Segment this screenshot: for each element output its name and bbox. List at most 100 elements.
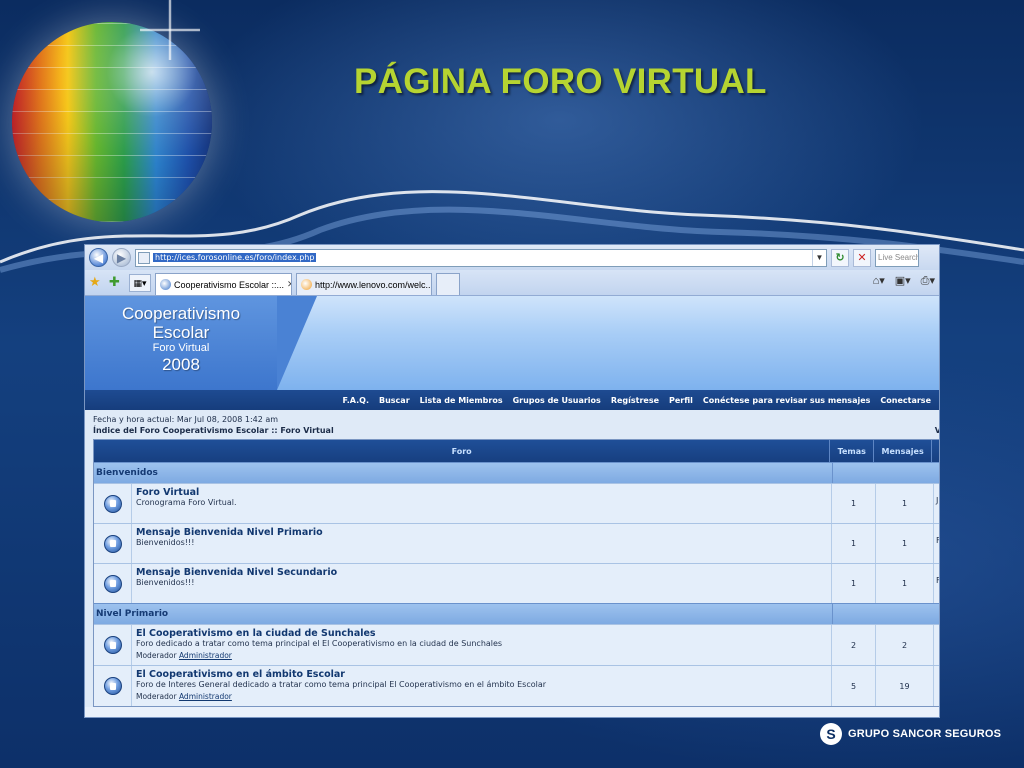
moderator-link[interactable]: Administrador: [179, 692, 232, 701]
breadcrumb-text[interactable]: Índice del Foro Cooperativismo Escolar :…: [93, 425, 334, 436]
page-favicon-icon: [301, 279, 312, 290]
nav-perfil[interactable]: Perfil: [669, 396, 693, 405]
forum-folder-icon: [103, 534, 122, 553]
moderator-link[interactable]: Administrador: [179, 651, 232, 660]
category-name[interactable]: Nivel Primario: [94, 604, 832, 624]
forum-nav: F.A.Q. Buscar Lista de Miembros Grupos d…: [85, 390, 939, 410]
new-tab-button[interactable]: [436, 273, 460, 295]
forward-arrow-icon[interactable]: ▶: [112, 248, 131, 267]
category-name[interactable]: Bienvenidos: [94, 463, 832, 483]
nav-buscar[interactable]: Buscar: [379, 396, 410, 405]
forum-table: Foro Temas Mensajes Bienvenidos Foro Vir…: [93, 439, 939, 707]
logo-text-line1: Cooperativismo: [121, 304, 241, 323]
col-topics: Temas: [830, 440, 875, 462]
breadcrumb: Índice del Foro Cooperativismo Escolar :…: [93, 425, 939, 436]
nav-conectarse[interactable]: Conectarse: [880, 396, 931, 405]
forum-folder-icon: [103, 574, 122, 593]
logo-text-line2: Escolar: [152, 323, 210, 342]
home-icon[interactable]: ⌂▾: [873, 274, 885, 288]
refresh-icon[interactable]: ↻: [831, 248, 849, 267]
sparkle-icon: [140, 0, 200, 60]
chevron-down-icon[interactable]: ▼: [812, 249, 826, 266]
close-icon[interactable]: ✕: [287, 279, 291, 290]
table-row: Mensaje Bienvenida Nivel Primario Bienve…: [94, 523, 939, 563]
forum-folder-icon: [103, 636, 122, 654]
address-url: http://ices.forosonline.es/foro/index.ph…: [153, 253, 317, 262]
tab-row: ★ ✚ ▦▾ Cooperativismo Escolar ::... ✕ ht…: [85, 270, 939, 296]
moderator-line: Moderador Administrador: [136, 690, 827, 703]
page-favicon-icon: [160, 279, 171, 290]
moderator-label: Moderador: [136, 692, 177, 701]
table-row: Mensaje Bienvenida Nivel Secundario Bien…: [94, 563, 939, 603]
address-bar-row: ◀ ▶ http://ices.forosonline.es/foro/inde…: [85, 245, 939, 270]
topic-count: 5: [832, 666, 876, 706]
back-arrow-icon[interactable]: ◀: [89, 248, 108, 267]
forum-description: Foro de Interes General dedicado a trata…: [136, 680, 547, 689]
moderator-line: Moderador Administrador: [136, 649, 827, 662]
col-last-post: [932, 440, 939, 462]
forum-page-body: Fecha y hora actual: Mar Jul 08, 2008 1:…: [85, 410, 939, 707]
message-count: 2: [876, 625, 934, 665]
forum-title-link[interactable]: Foro Virtual: [136, 487, 827, 498]
last-post: J: [936, 496, 939, 505]
nav-grupos[interactable]: Grupos de Usuarios: [513, 396, 601, 405]
rss-icon[interactable]: ▣▾: [895, 274, 911, 288]
slide-title: PÁGINA FORO VIRTUAL: [354, 62, 767, 101]
forum-folder-icon: [103, 677, 122, 695]
nav-faq[interactable]: F.A.Q.: [342, 396, 369, 405]
current-datetime: Fecha y hora actual: Mar Jul 08, 2008 1:…: [93, 415, 279, 424]
table-row: El Cooperativismo en la ciudad de Suncha…: [94, 624, 939, 665]
stop-icon[interactable]: ✕: [853, 248, 871, 267]
col-messages: Mensajes: [874, 440, 933, 462]
category-row: Nivel Primario: [94, 603, 939, 624]
nav-miembros[interactable]: Lista de Miembros: [420, 396, 503, 405]
topic-count: 2: [832, 625, 876, 665]
forum-logo[interactable]: Cooperativismo Escolar Foro Virtual 2008: [85, 296, 317, 390]
topic-count: 1: [832, 484, 876, 523]
nav-registrese[interactable]: Regístrese: [611, 396, 659, 405]
forum-title-link[interactable]: Mensaje Bienvenida Nivel Secundario: [136, 567, 827, 578]
last-post: F: [934, 564, 939, 603]
quick-tabs-icon[interactable]: ▦▾: [129, 273, 151, 292]
breadcrumb-extra[interactable]: V: [935, 425, 939, 436]
moderator-label: Moderador: [136, 651, 177, 660]
logo-text-line3: Foro Virtual: [152, 342, 210, 354]
forum-title-link[interactable]: Mensaje Bienvenida Nivel Primario: [136, 527, 827, 538]
forum-description: Foro dedicado a tratar como tema princip…: [136, 639, 503, 648]
command-bar: ⌂▾ ▣▾ ⎙▾: [873, 274, 935, 288]
message-count: 1: [876, 524, 934, 563]
tab-label: http://www.lenovo.com/welc...: [315, 279, 432, 290]
footer-brand: S GRUPO SANCOR SEGUROS: [820, 723, 1001, 745]
page-icon: [138, 251, 150, 264]
nav-mensajes[interactable]: Conéctese para revisar sus mensajes: [703, 396, 870, 405]
search-input[interactable]: Live Search: [875, 248, 919, 267]
tab-cooperativismo[interactable]: Cooperativismo Escolar ::... ✕: [155, 273, 292, 295]
last-post: [934, 625, 939, 665]
forum-description: Bienvenidos!!!: [136, 538, 195, 547]
forum-title-link[interactable]: El Cooperativismo en el ámbito Escolar: [136, 669, 827, 680]
address-input[interactable]: http://ices.forosonline.es/foro/index.ph…: [135, 248, 827, 267]
category-row: Bienvenidos: [94, 462, 939, 483]
last-post: [934, 666, 939, 706]
forum-description: Cronograma Foro Virtual.: [136, 498, 237, 507]
star-icon[interactable]: ★: [89, 274, 105, 292]
message-count: 1: [876, 564, 934, 603]
table-row: Foro Virtual Cronograma Foro Virtual. 1 …: [94, 483, 939, 523]
forum-header: Cooperativismo Escolar Foro Virtual 2008: [85, 296, 939, 390]
logo-text-line4: 2008: [162, 355, 200, 374]
topic-count: 1: [832, 524, 876, 563]
forum-title-link[interactable]: El Cooperativismo en la ciudad de Suncha…: [136, 628, 827, 639]
tab-lenovo[interactable]: http://www.lenovo.com/welc...: [296, 273, 432, 295]
forum-folder-icon: [103, 494, 122, 513]
table-row: El Cooperativismo en el ámbito Escolar F…: [94, 665, 939, 706]
header-banner: [277, 296, 939, 390]
sancor-logo-icon: S: [820, 723, 842, 745]
forum-description: Bienvenidos!!!: [136, 578, 195, 587]
tab-label: Cooperativismo Escolar ::...: [174, 279, 285, 290]
print-icon[interactable]: ⎙▾: [921, 274, 935, 288]
add-favorite-icon[interactable]: ✚: [109, 274, 125, 292]
col-forum: Foro: [94, 440, 831, 462]
table-header: Foro Temas Mensajes: [94, 440, 939, 462]
last-post: F: [934, 524, 939, 563]
browser-screenshot: ◀ ▶ http://ices.forosonline.es/foro/inde…: [84, 244, 940, 718]
